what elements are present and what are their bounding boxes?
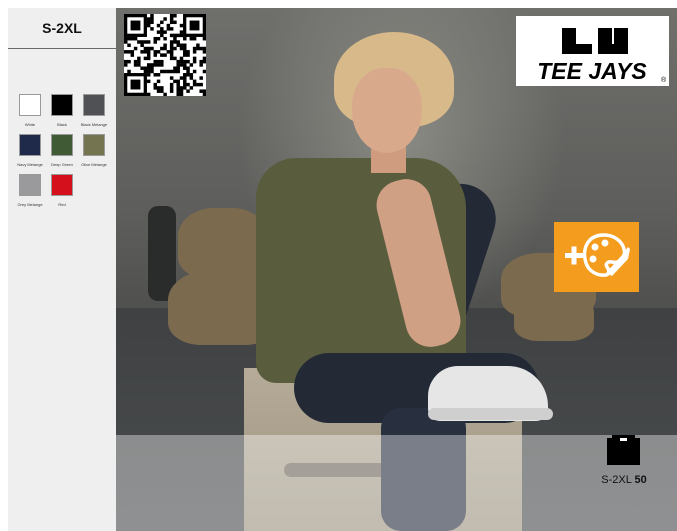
customize-palette-icon bbox=[564, 233, 630, 277]
pack-size-range: S-2XL bbox=[601, 474, 632, 486]
customize-button[interactable] bbox=[554, 222, 639, 292]
product-photo: TEE JAYS ® S-2XL 50 bbox=[116, 8, 677, 531]
model-face bbox=[352, 68, 422, 153]
brand-logo: TEE JAYS ® bbox=[516, 16, 669, 86]
sandbag bbox=[178, 208, 268, 278]
registered-mark: ® bbox=[661, 76, 667, 84]
swatch-red[interactable] bbox=[51, 174, 73, 196]
qr-code-icon[interactable] bbox=[124, 14, 206, 96]
swatch-deep-green[interactable] bbox=[51, 134, 73, 156]
pack-info: S-2XL 50 bbox=[594, 474, 654, 486]
product-page: S-2XL White Black Black Melange Navy Mel… bbox=[0, 0, 677, 531]
model-shoe-sole bbox=[428, 408, 553, 420]
swatch-label-black-melange: Black Melange bbox=[80, 122, 108, 127]
swatch-white[interactable] bbox=[19, 94, 41, 116]
swatch-navy-melange[interactable] bbox=[19, 134, 41, 156]
swatch-black[interactable] bbox=[51, 94, 73, 116]
sandbag bbox=[514, 293, 594, 341]
swatch-black-melange[interactable] bbox=[83, 94, 105, 116]
swatch-grey-melange[interactable] bbox=[19, 174, 41, 196]
swatch-label-olive-melange: Olive Melange bbox=[81, 162, 107, 167]
carton-box-icon bbox=[607, 435, 640, 465]
info-band bbox=[116, 435, 677, 531]
swatch-label-red: Red bbox=[58, 202, 66, 207]
color-sidebar: S-2XL White Black Black Melange Navy Mel… bbox=[8, 8, 116, 531]
size-range-heading: S-2XL bbox=[8, 8, 116, 49]
pack-quantity: 50 bbox=[634, 474, 647, 486]
brand-wordmark: TEE JAYS bbox=[537, 58, 647, 84]
swatch-olive-melange[interactable] bbox=[83, 134, 105, 156]
